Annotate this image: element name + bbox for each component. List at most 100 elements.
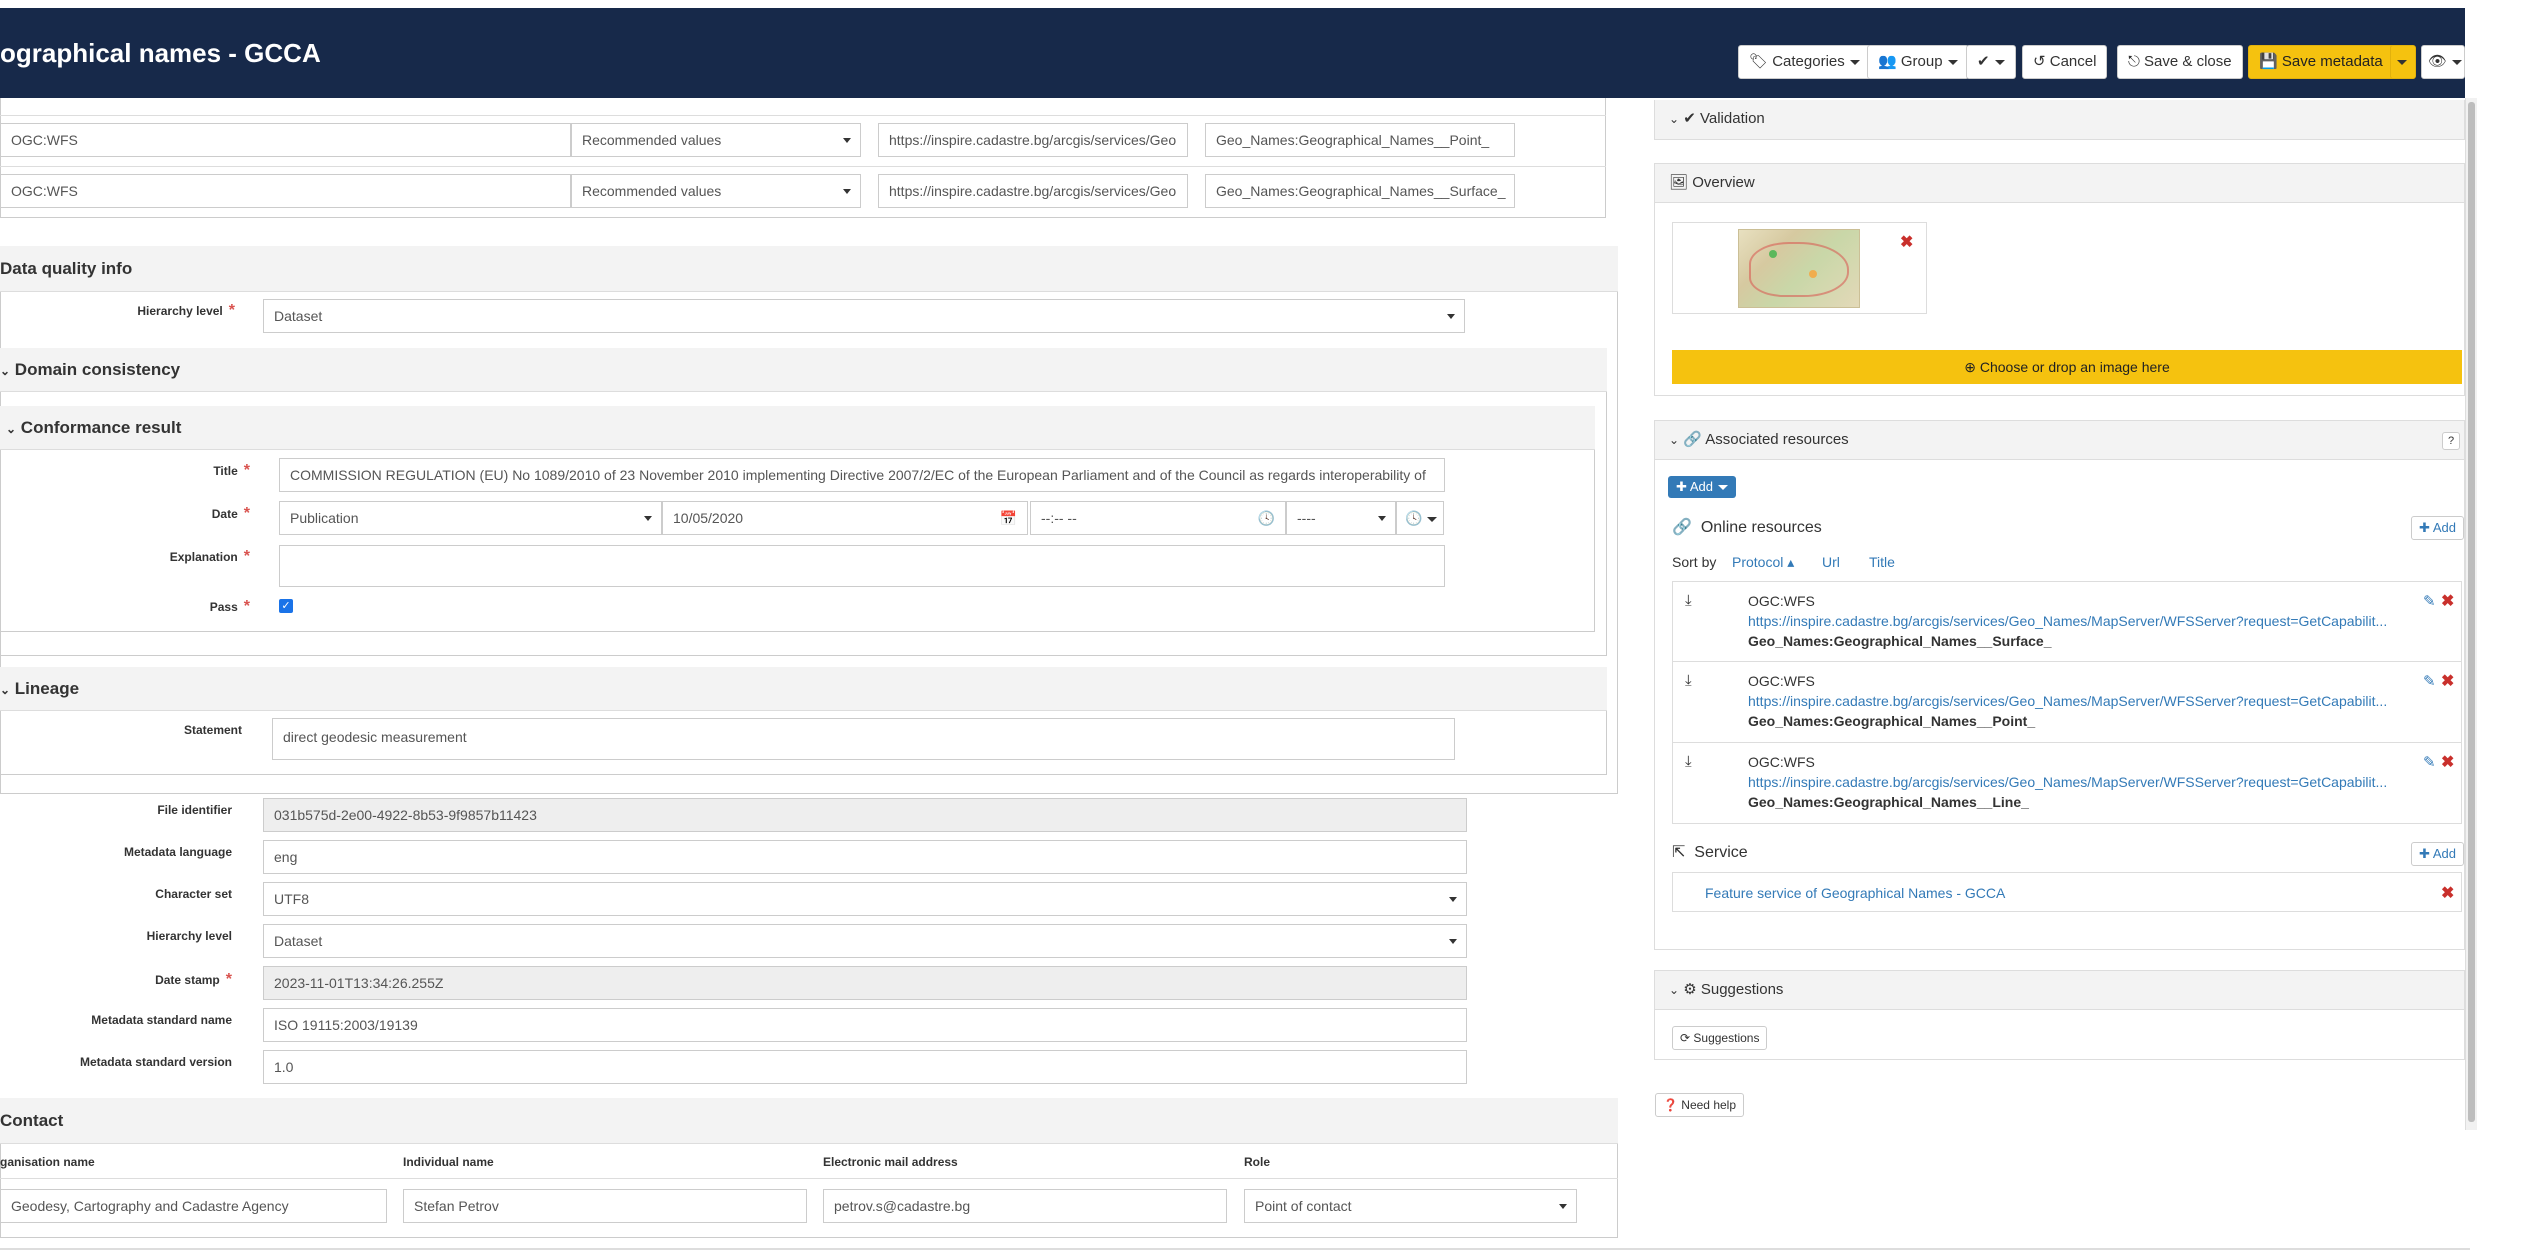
validate-button[interactable]: ✔ xyxy=(1966,45,2016,79)
chevron-down-icon xyxy=(1427,516,1438,522)
organisation-name-input[interactable]: Geodesy, Cartography and Cadastre Agency xyxy=(0,1189,387,1223)
time-input[interactable]: --:-- -- 🕓 xyxy=(1030,501,1286,535)
domain-consistency-header[interactable]: ⌄ Domain consistency xyxy=(0,348,1607,392)
resource-url[interactable]: https://inspire.cadastre.bg/arcgis/servi… xyxy=(1748,693,2387,709)
chevron-down-icon xyxy=(2397,59,2407,65)
resource-protocol: OGC:WFS xyxy=(1748,593,1815,609)
resource-url[interactable]: https://inspire.cadastre.bg/arcgis/servi… xyxy=(1748,613,2387,629)
name-input[interactable]: Geo_Names:Geographical_Names__Point_ xyxy=(1205,123,1515,157)
view-mode-button[interactable]: 👁 xyxy=(2421,45,2465,79)
metadata-standard-version-input[interactable]: 1.0 xyxy=(263,1050,1467,1084)
divider xyxy=(0,1248,2470,1250)
page-scrollbar[interactable] xyxy=(2465,98,2477,1130)
categories-button[interactable]: 🏷 Categories xyxy=(1738,45,1871,79)
chevron-down-icon xyxy=(1947,59,1958,65)
validation-header[interactable]: ⌄ ✔ Validation xyxy=(1654,100,2465,140)
overview-header[interactable]: 🖼 Overview xyxy=(1654,163,2465,203)
calendar-icon[interactable]: 📅 xyxy=(1000,502,1017,534)
add-resource-button[interactable]: ✚ Add xyxy=(1668,476,1736,498)
name-input[interactable]: Geo_Names:Geographical_Names__Surface_ xyxy=(1205,174,1515,208)
resource-name: Geo_Names:Geographical_Names__Point_ xyxy=(1748,713,2036,729)
email-input[interactable]: petrov.s@cadastre.bg xyxy=(823,1189,1227,1223)
url-input[interactable]: https://inspire.cadastre.bg/arcgis/servi… xyxy=(878,123,1188,157)
metadata-standard-version-label: Metadata standard version xyxy=(79,1055,232,1069)
sort-protocol-link[interactable]: Protocol ▴ xyxy=(1732,554,1794,571)
delete-icon[interactable]: ✖ xyxy=(2441,671,2454,691)
download-icon[interactable]: ⤓ xyxy=(1685,592,1692,609)
resource-url[interactable]: https://inspire.cadastre.bg/arcgis/servi… xyxy=(1748,774,2387,790)
plus-circle-icon: ⊕ xyxy=(1964,359,1976,375)
data-quality-header[interactable]: Data quality info xyxy=(0,246,1618,292)
download-icon[interactable]: ⤓ xyxy=(1685,672,1692,689)
save-options-dropdown[interactable] xyxy=(2390,45,2416,79)
url-input[interactable]: https://inspire.cadastre.bg/arcgis/servi… xyxy=(878,174,1188,208)
thumbnail-image[interactable] xyxy=(1738,229,1860,308)
cogs-icon: ⚙ xyxy=(1683,981,1697,998)
protocol-input[interactable]: OGC:WFS xyxy=(0,174,571,208)
add-online-resource-button[interactable]: ✚ Add xyxy=(2411,516,2464,540)
protocol-input[interactable]: OGC:WFS xyxy=(0,123,571,157)
date-stamp-input[interactable]: 2023-11-01T13:34:26.255Z xyxy=(263,966,1467,1000)
add-service-button[interactable]: ✚ Add xyxy=(2411,842,2464,866)
delete-icon[interactable]: ✖ xyxy=(2441,591,2454,611)
suggestions-header[interactable]: ⌄ ⚙ Suggestions xyxy=(1654,970,2465,1010)
service-link[interactable]: Feature service of Geographical Names - … xyxy=(1705,885,2005,901)
sort-url-link[interactable]: Url xyxy=(1822,554,1840,570)
sort-title-link[interactable]: Title xyxy=(1869,554,1895,570)
scrollbar-thumb[interactable] xyxy=(2468,102,2475,1122)
delete-icon[interactable]: ✖ xyxy=(2441,752,2454,772)
recommended-values-select[interactable]: Recommended values xyxy=(571,123,861,157)
resource-name: Geo_Names:Geographical_Names__Surface_ xyxy=(1748,633,2052,649)
metadata-standard-name-input[interactable]: ISO 19115:2003/19139 xyxy=(263,1008,1467,1042)
remove-thumbnail-icon[interactable]: ✖ xyxy=(1900,232,1913,252)
chevron-down-icon: ⌄ xyxy=(1669,433,1680,447)
hierarchy-level-select[interactable]: Dataset xyxy=(263,299,1465,333)
edit-icon[interactable]: ✎ xyxy=(2423,672,2436,690)
metadata-language-input[interactable]: eng xyxy=(263,840,1467,874)
conformance-result-header[interactable]: ⌄ Conformance result xyxy=(0,406,1595,450)
role-select[interactable]: Point of contact xyxy=(1244,1189,1577,1223)
download-icon[interactable]: ⤓ xyxy=(1685,753,1692,770)
file-identifier-label: File identifier xyxy=(157,803,232,817)
file-identifier-input[interactable]: 031b575d-2e00-4922-8b53-9f9857b11423 xyxy=(263,798,1467,832)
need-help-button[interactable]: ❓ Need help xyxy=(1655,1093,1745,1117)
organisation-name-header: ganisation name xyxy=(0,1155,95,1169)
group-button[interactable]: 👥 Group xyxy=(1867,45,1969,79)
date-type-select[interactable]: Publication xyxy=(279,501,662,535)
hierarchy-level-select[interactable]: Dataset xyxy=(263,924,1467,958)
time-options-button[interactable]: 🕓 xyxy=(1396,501,1444,535)
image-icon: 🖼 xyxy=(1669,174,1689,191)
explanation-textarea[interactable] xyxy=(279,545,1445,587)
statement-textarea[interactable]: direct geodesic measurement xyxy=(272,718,1455,760)
timezone-select[interactable]: ---- xyxy=(1286,501,1396,535)
recommended-values-select[interactable]: Recommended values xyxy=(571,174,861,208)
lineage-header[interactable]: ⌄ Lineage xyxy=(0,667,1607,711)
tags-icon: 🏷 xyxy=(1749,53,1769,70)
clock-icon[interactable]: 🕓 xyxy=(1258,502,1275,534)
individual-name-input[interactable]: Stefan Petrov xyxy=(403,1189,807,1223)
resource-protocol: OGC:WFS xyxy=(1748,754,1815,770)
date-input[interactable]: 10/05/2020 📅 xyxy=(662,501,1028,535)
page-title: ographical names - GCCA xyxy=(0,38,321,68)
character-set-select[interactable]: UTF8 xyxy=(263,882,1467,916)
resource-protocol: OGC:WFS xyxy=(1748,673,1815,689)
contact-header[interactable]: Contact xyxy=(0,1098,1618,1144)
title-input[interactable]: COMMISSION REGULATION (EU) No 1089/2010 … xyxy=(279,458,1445,492)
edit-icon[interactable]: ✎ xyxy=(2423,592,2436,610)
save-close-button[interactable]: ⎋ Save & close xyxy=(2117,45,2243,79)
cancel-button[interactable]: ↺ Cancel xyxy=(2022,45,2108,79)
date-label: Date * xyxy=(211,505,250,522)
choose-image-button[interactable]: ⊕ Choose or drop an image here xyxy=(1672,350,2462,384)
hierarchy-level-label: Hierarchy level xyxy=(146,929,232,943)
help-icon[interactable]: ? xyxy=(2442,432,2460,450)
metadata-language-label: Metadata language xyxy=(123,845,232,859)
link-icon: 🔗 xyxy=(1672,519,1692,536)
delete-icon[interactable]: ✖ xyxy=(2441,883,2454,903)
suggestions-button[interactable]: ⟳ Suggestions xyxy=(1672,1026,1768,1050)
pass-checkbox[interactable]: ✓ xyxy=(279,599,293,613)
map-dot-icon xyxy=(1809,270,1817,278)
associated-resources-header[interactable]: ⌄ 🔗 Associated resources xyxy=(1654,420,2465,460)
edit-icon[interactable]: ✎ xyxy=(2423,753,2436,771)
character-set-label: Character set xyxy=(155,887,232,901)
editor-header: ographical names - GCCA 🏷 Categories 👥 G… xyxy=(0,8,2465,98)
